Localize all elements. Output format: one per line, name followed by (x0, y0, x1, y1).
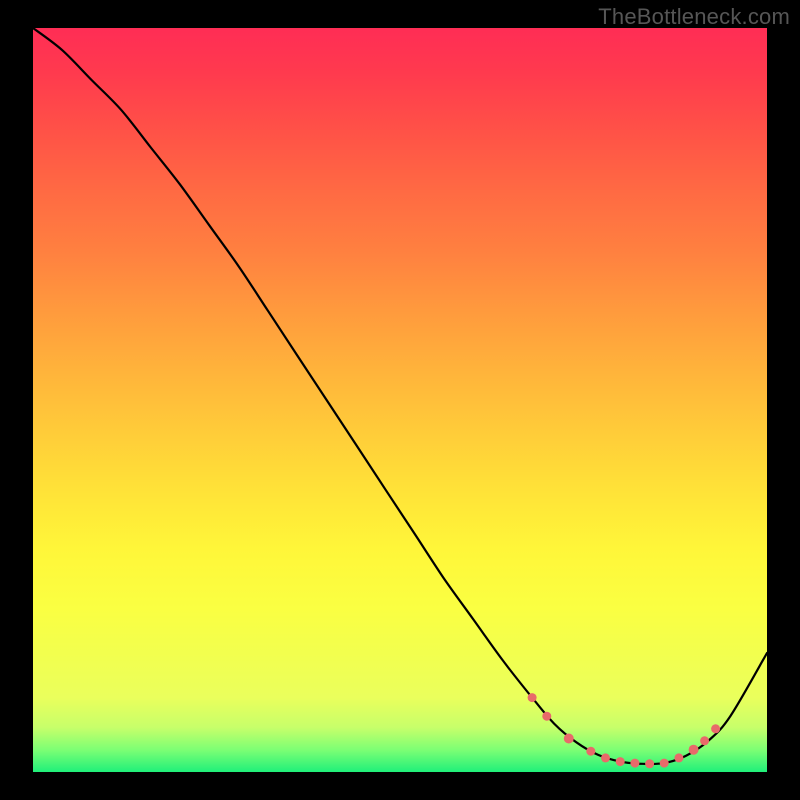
chart-frame: TheBottleneck.com (0, 0, 800, 800)
marker-dot (542, 712, 551, 721)
marker-dot (711, 724, 720, 733)
marker-dot (528, 693, 537, 702)
marker-dot (630, 759, 639, 768)
marker-dot (700, 736, 709, 745)
watermark-text: TheBottleneck.com (598, 4, 790, 30)
marker-dot (601, 753, 610, 762)
marker-dot (616, 757, 625, 766)
marker-dot (564, 734, 574, 744)
curve-layer (33, 28, 767, 772)
bottleneck-curve (33, 28, 767, 764)
marker-dot (674, 753, 683, 762)
optimal-zone-markers (528, 693, 721, 768)
plot-area (33, 28, 767, 772)
marker-dot (689, 745, 699, 755)
marker-dot (586, 747, 595, 756)
marker-dot (660, 759, 669, 768)
marker-dot (645, 759, 654, 768)
